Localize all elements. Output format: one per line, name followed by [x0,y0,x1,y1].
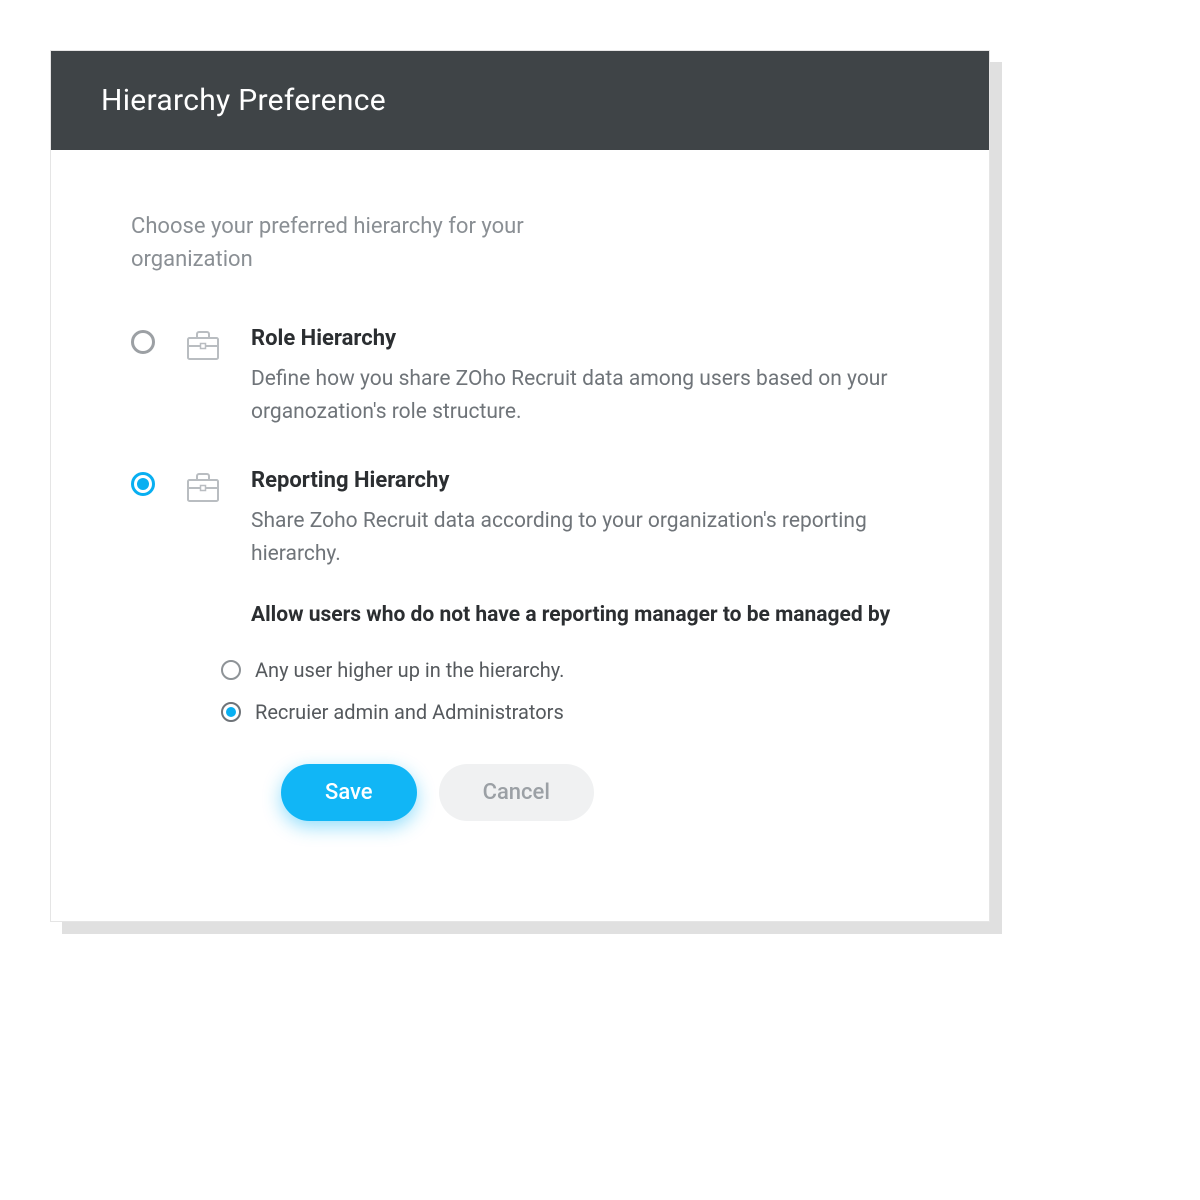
option-content: Role Hierarchy Define how you share ZOho… [251,326,909,428]
option-description: Share Zoho Recruit data according to you… [251,505,909,570]
option-description: Define how you share ZOho Recruit data a… [251,363,909,428]
briefcase-icon [183,466,223,510]
hierarchy-preference-modal: Hierarchy Preference Choose your preferr… [50,50,990,922]
sub-section-heading: Allow users who do not have a reporting … [251,600,909,632]
sub-option-label: Any user higher up in the hierarchy. [255,658,564,682]
sub-option-label: Recruier admin and Administrators [255,700,564,724]
sub-options: Any user higher up in the hierarchy. Rec… [221,658,909,724]
option-reporting-hierarchy[interactable]: Reporting Hierarchy Share Zoho Recruit d… [131,468,909,821]
briefcase-icon [183,324,223,368]
save-button[interactable]: Save [281,764,417,821]
radio-recruiter-admin[interactable] [221,702,241,722]
sub-section: Allow users who do not have a reporting … [251,600,909,821]
option-content: Reporting Hierarchy Share Zoho Recruit d… [251,468,909,821]
sub-option-any-user[interactable]: Any user higher up in the hierarchy. [221,658,909,682]
sub-option-recruiter-admin[interactable]: Recruier admin and Administrators [221,700,909,724]
intro-text: Choose your preferred hierarchy for your… [131,210,631,276]
radio-dot-icon [137,478,149,490]
radio-any-user[interactable] [221,660,241,680]
modal-title: Hierarchy Preference [101,83,939,118]
radio-reporting-hierarchy[interactable] [131,472,155,496]
button-row: Save Cancel [281,764,909,821]
modal-body: Choose your preferred hierarchy for your… [51,150,989,921]
option-title: Role Hierarchy [251,326,909,351]
radio-role-hierarchy[interactable] [131,330,155,354]
modal-header: Hierarchy Preference [51,51,989,150]
radio-dot-icon [226,707,236,717]
option-title: Reporting Hierarchy [251,468,909,493]
option-role-hierarchy[interactable]: Role Hierarchy Define how you share ZOho… [131,326,909,428]
cancel-button[interactable]: Cancel [439,764,594,821]
